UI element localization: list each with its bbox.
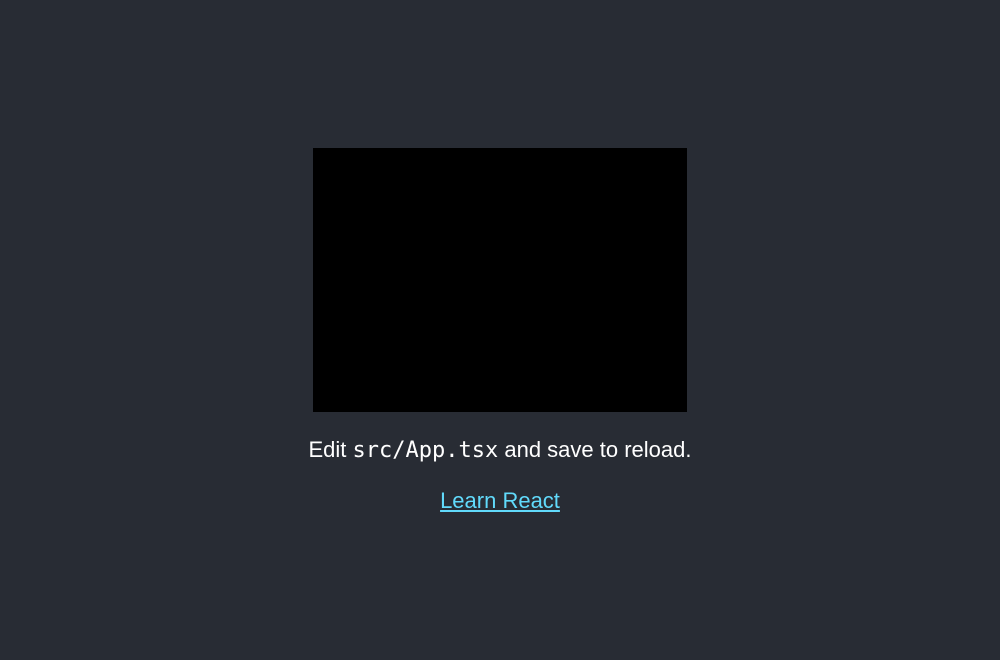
instructions-prefix: Edit [308, 437, 353, 462]
edit-instructions: Edit src/App.tsx and save to reload. [309, 436, 692, 465]
app-header: Edit src/App.tsx and save to reload. Lea… [0, 0, 1000, 660]
learn-react-link[interactable]: Learn React [440, 487, 560, 515]
instructions-suffix: and save to reload. [498, 437, 692, 462]
file-path-code: src/App.tsx [352, 438, 499, 463]
app-logo-image [313, 148, 687, 412]
